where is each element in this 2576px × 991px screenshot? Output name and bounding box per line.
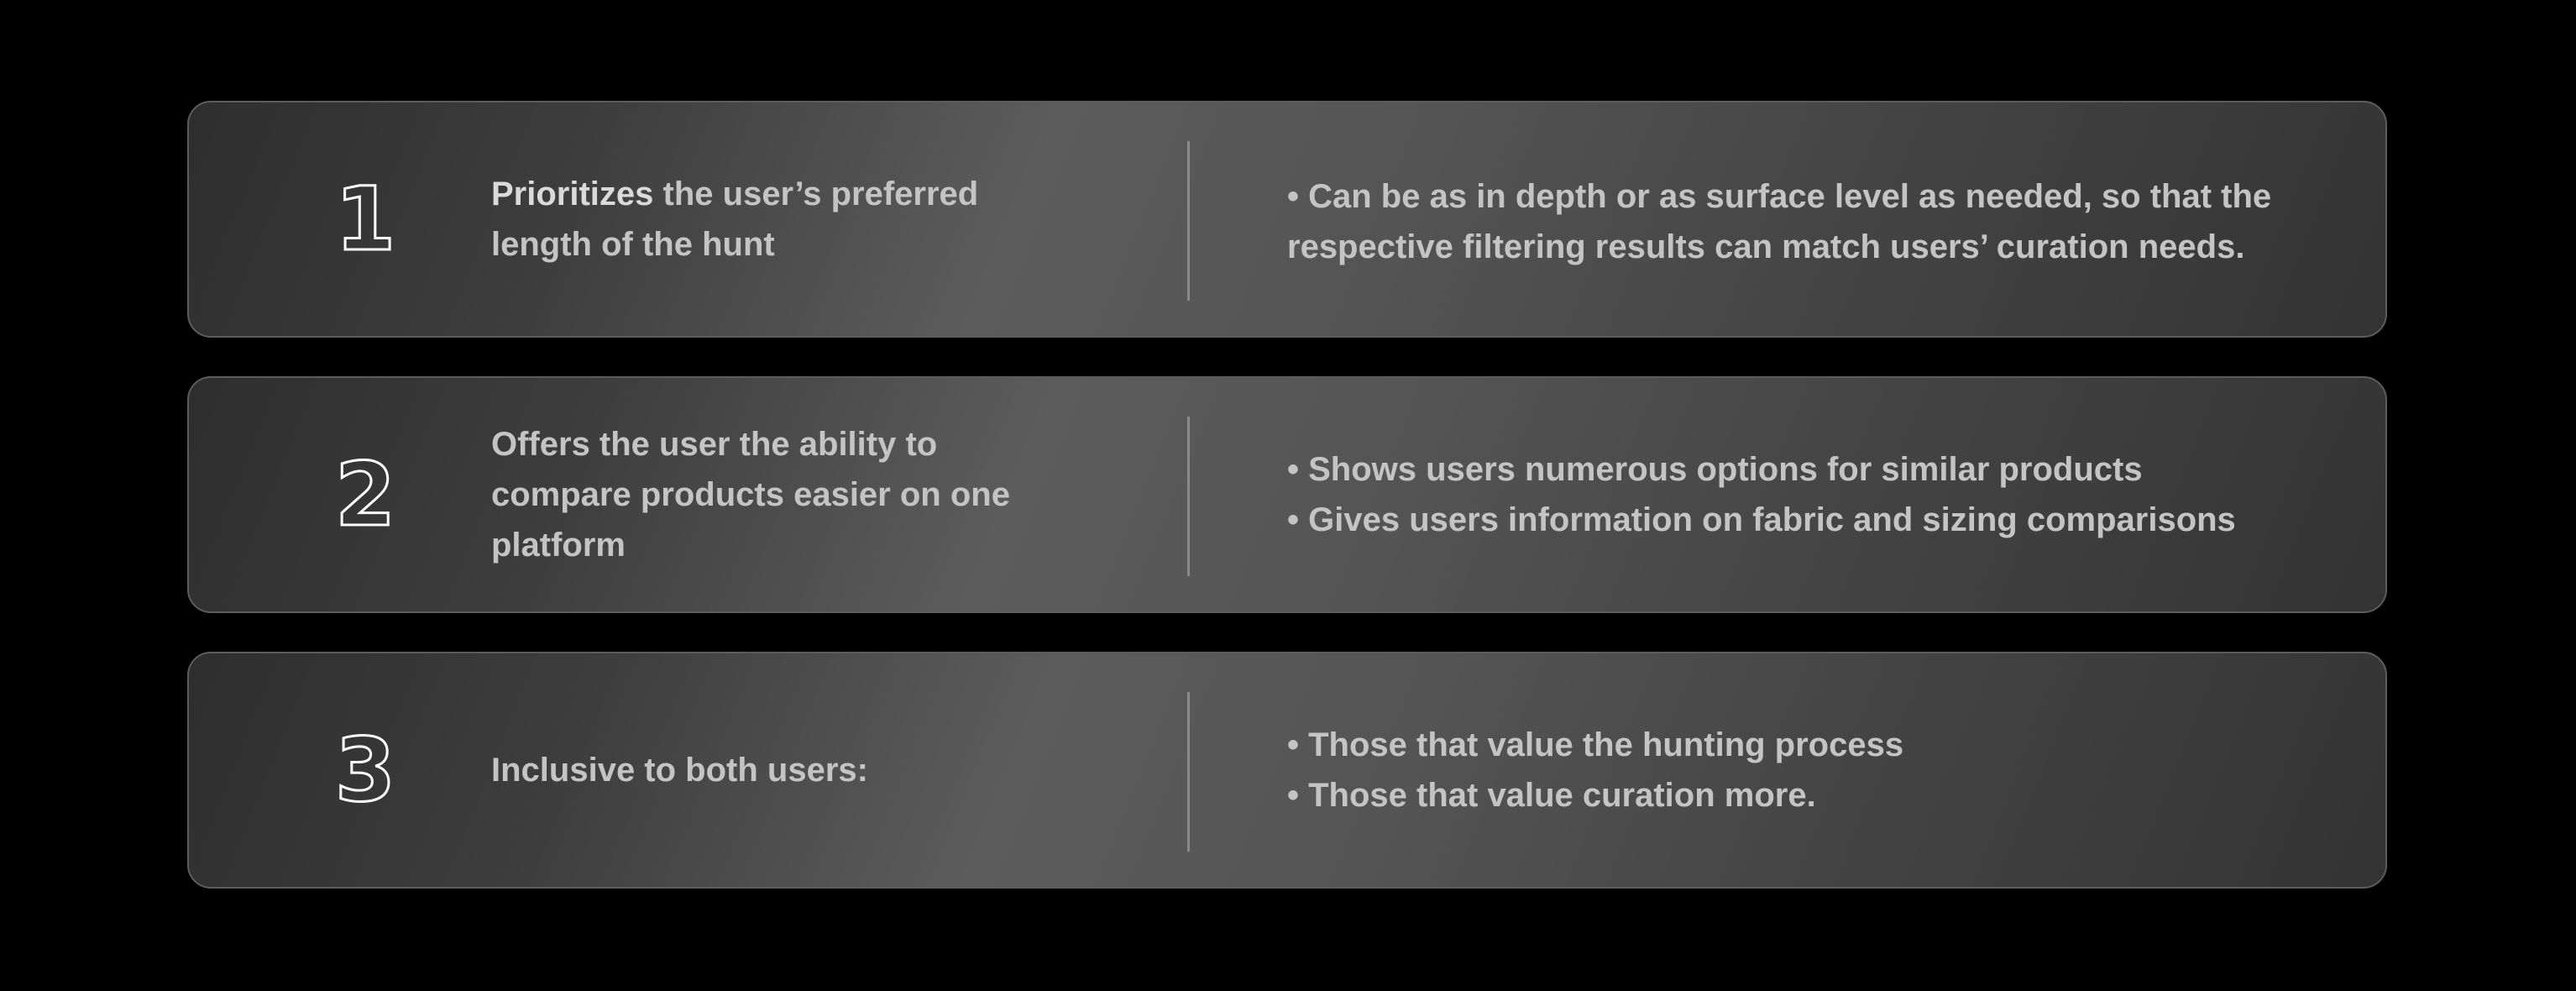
card-summary-rest: Offers the user the ability to compare p…	[491, 426, 1010, 564]
bullet-item: • Gives users information on fabric and …	[1287, 501, 2236, 538]
bullet-item: • Shows users numerous options for simil…	[1287, 451, 2143, 488]
card-summary-text: Offers the user the ability to compare p…	[491, 419, 1062, 570]
card-summary: Offers the user the ability to compare p…	[491, 378, 1062, 611]
card-summary-text: Prioritizes the user’s preferred length …	[491, 169, 1062, 270]
feature-card-2: 2 Offers the user the ability to compare…	[187, 376, 2387, 613]
bullet-list: • Those that value the hunting process •…	[1287, 720, 1903, 821]
card-summary-bold: Prioritizes	[491, 176, 654, 212]
bullet-item: • Those that value curation more.	[1287, 777, 1816, 814]
card-number: 3	[333, 718, 396, 823]
card-details: • Those that value the hunting process •…	[1287, 653, 2345, 887]
divider	[1187, 692, 1190, 852]
card-number: 2	[333, 443, 396, 548]
card-details: • Can be as in depth or as surface level…	[1287, 102, 2345, 336]
feature-card-1: 1 Prioritizes the user’s preferred lengt…	[187, 101, 2387, 338]
card-number: 1	[333, 167, 396, 272]
card-summary: Prioritizes the user’s preferred length …	[491, 102, 1062, 336]
bullet-list: • Shows users numerous options for simil…	[1287, 444, 2236, 545]
card-summary: Inclusive to both users:	[491, 653, 1062, 887]
divider	[1187, 141, 1190, 301]
card-summary-text: Inclusive to both users:	[491, 745, 868, 795]
bullet-item: • Can be as in depth or as surface level…	[1287, 178, 2272, 265]
divider	[1187, 417, 1190, 576]
card-details: • Shows users numerous options for simil…	[1287, 378, 2345, 611]
feature-card-3: 3 Inclusive to both users: • Those that …	[187, 652, 2387, 889]
card-summary-rest: Inclusive to both users:	[491, 752, 868, 789]
bullet-item: • Those that value the hunting process	[1287, 726, 1904, 763]
bullet-list: • Can be as in depth or as surface level…	[1287, 171, 2345, 272]
